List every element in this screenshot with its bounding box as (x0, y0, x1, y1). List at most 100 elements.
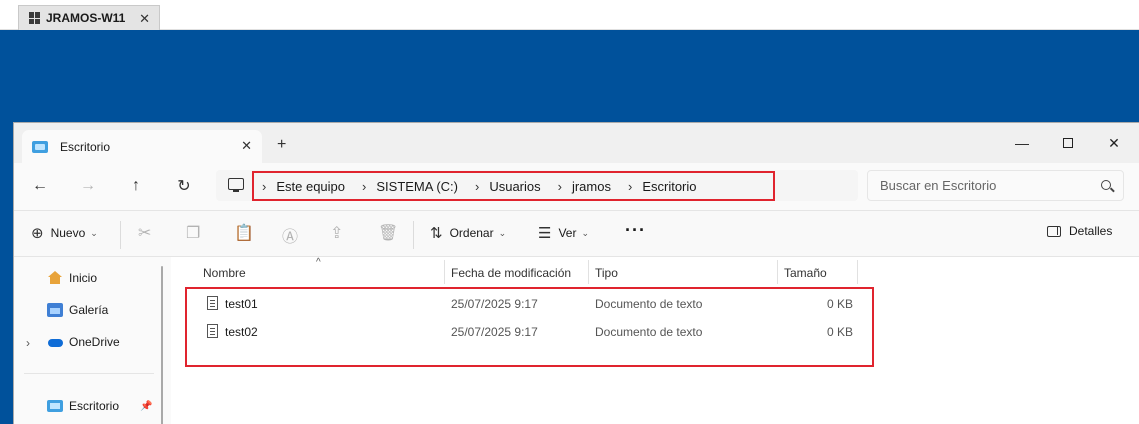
onedrive-icon (47, 335, 63, 349)
text-file-icon (207, 324, 218, 338)
view-icon: ☰ (538, 225, 552, 242)
breadcrumb-separator[interactable]: › (558, 179, 562, 194)
text-file-icon (207, 296, 218, 310)
details-pane-icon (1047, 225, 1061, 237)
maximize-icon (1063, 138, 1073, 148)
host-tab[interactable]: JRAMOS-W11 ✕ (18, 5, 160, 30)
tab-title: Escritorio (60, 139, 111, 154)
navigation-pane: Inicio Galería › OneDrive Escritorio 📌 (14, 257, 171, 424)
new-button[interactable]: ⊕ Nuevo ⌄ (31, 224, 98, 242)
breadcrumb: › Este equipo › SISTEMA (C:) › Usuarios … (252, 171, 775, 201)
column-header-row: Nombre Fecha de modificación Tipo Tamaño (171, 258, 1139, 284)
breadcrumb-separator[interactable]: › (628, 179, 632, 194)
sidebar-scrollbar[interactable] (161, 266, 163, 424)
view-button[interactable]: ☰ Ver ⌄ (538, 224, 589, 242)
file-size: 0 KB (827, 325, 854, 339)
close-window-button[interactable]: ✕ (1091, 129, 1137, 157)
toolbar-divider (413, 221, 414, 249)
paste-icon[interactable]: 📋 (234, 223, 254, 243)
file-modified: 25/07/2025 9:17 (451, 297, 538, 311)
file-explorer-window: Escritorio ✕ + — ✕ ← → ↑ ↻ › Este equipo… (13, 122, 1139, 424)
breadcrumb-usuarios[interactable]: Usuarios (489, 179, 540, 194)
rename-icon[interactable]: Ⓐ (282, 223, 298, 247)
file-type: Documento de texto (595, 297, 703, 311)
sidebar-divider (24, 373, 154, 374)
forward-button[interactable]: → (76, 175, 100, 197)
host-tab-strip: JRAMOS-W11 ✕ (0, 0, 1139, 30)
maximize-button[interactable] (1045, 129, 1091, 157)
chevron-down-icon: ⌄ (90, 227, 98, 238)
address-bar[interactable]: › Este equipo › SISTEMA (C:) › Usuarios … (216, 170, 858, 201)
back-button[interactable]: ← (28, 175, 52, 197)
sidebar-item-escritorio[interactable]: Escritorio (47, 399, 119, 413)
minimize-button[interactable]: — (999, 129, 1045, 157)
sidebar-item-onedrive[interactable]: OneDrive (47, 335, 120, 349)
sidebar-item-label: OneDrive (69, 335, 120, 349)
column-divider[interactable] (588, 260, 589, 284)
gallery-icon (47, 303, 63, 317)
copy-icon[interactable]: ❐ (186, 223, 200, 243)
tab-close-icon[interactable]: ✕ (241, 138, 252, 154)
breadcrumb-separator[interactable]: › (362, 179, 366, 194)
column-divider[interactable] (444, 260, 445, 284)
new-tab-button[interactable]: + (277, 136, 286, 154)
share-icon[interactable]: ⇪ (330, 223, 343, 243)
column-header-tipo[interactable]: Tipo (595, 266, 618, 280)
new-label: Nuevo (50, 226, 86, 240)
view-label: Ver (558, 226, 577, 240)
details-pane-button[interactable]: Detalles (1047, 224, 1112, 238)
delete-icon[interactable]: 🗑 (378, 223, 398, 243)
file-size: 0 KB (827, 297, 854, 311)
file-name: test02 (225, 325, 258, 339)
table-row[interactable]: test01 25/07/2025 9:17 Documento de text… (187, 291, 872, 317)
breadcrumb-separator[interactable]: › (262, 179, 266, 194)
sidebar-item-inicio[interactable]: Inicio (47, 271, 97, 285)
expand-chevron-icon[interactable]: › (26, 336, 30, 350)
desktop-folder-icon (47, 400, 63, 412)
file-name: test01 (225, 297, 258, 311)
sidebar-item-label: Escritorio (69, 399, 120, 413)
toolbar-divider (120, 221, 121, 249)
breadcrumb-separator[interactable]: › (475, 179, 479, 194)
column-header-nombre[interactable]: Nombre (203, 266, 246, 280)
up-button[interactable]: ↑ (124, 175, 148, 197)
home-icon (47, 271, 63, 285)
more-options-button[interactable]: ··· (625, 220, 646, 241)
table-row[interactable]: test02 25/07/2025 9:17 Documento de text… (187, 319, 872, 345)
search-input[interactable] (880, 178, 1090, 193)
refresh-button[interactable]: ↻ (172, 175, 196, 197)
this-pc-icon (228, 178, 244, 192)
file-list: ^ Nombre Fecha de modificación Tipo Tama… (171, 257, 1139, 424)
sidebar-item-galeria[interactable]: Galería (47, 303, 108, 317)
sort-icon: ⇅ (430, 225, 443, 242)
pin-icon[interactable]: 📌 (140, 401, 152, 412)
column-header-fecha[interactable]: Fecha de modificación (451, 266, 571, 280)
cut-icon[interactable]: ✂ (138, 223, 151, 243)
file-modified: 25/07/2025 9:17 (451, 325, 538, 339)
address-row: ← → ↑ ↻ › Este equipo › SISTEMA (C:) › U… (14, 163, 1139, 210)
sort-button[interactable]: ⇅ Ordenar ⌄ (430, 224, 506, 242)
sidebar-item-label: Galería (69, 303, 109, 317)
plus-circle-icon: ⊕ (31, 225, 44, 242)
tab-escritorio[interactable]: Escritorio ✕ (22, 130, 262, 163)
chevron-down-icon: ⌄ (581, 227, 590, 238)
breadcrumb-sistema[interactable]: SISTEMA (C:) (376, 179, 458, 194)
chevron-down-icon: ⌄ (498, 227, 507, 238)
search-box[interactable] (867, 170, 1124, 201)
command-bar: ⊕ Nuevo ⌄ ✂ ❐ 📋 Ⓐ ⇪ 🗑 ⇅ Ordenar ⌄ ☰ Ver … (14, 210, 1139, 257)
sidebar-item-label: Inicio (69, 271, 98, 285)
breadcrumb-jramos[interactable]: jramos (572, 179, 611, 194)
title-bar: Escritorio ✕ + — ✕ (14, 123, 1139, 163)
host-tab-close-icon[interactable]: ✕ (139, 11, 150, 27)
search-icon[interactable] (1101, 180, 1111, 190)
breadcrumb-este-equipo[interactable]: Este equipo (276, 179, 345, 194)
column-divider[interactable] (777, 260, 778, 284)
highlighted-files: test01 25/07/2025 9:17 Documento de text… (185, 287, 874, 367)
column-divider[interactable] (857, 260, 858, 284)
windows-logo-icon (29, 12, 41, 24)
host-tab-title: JRAMOS-W11 (46, 11, 126, 25)
details-label: Detalles (1069, 224, 1113, 238)
file-type: Documento de texto (595, 325, 703, 339)
breadcrumb-escritorio[interactable]: Escritorio (642, 179, 696, 194)
column-header-tamano[interactable]: Tamaño (784, 266, 827, 280)
